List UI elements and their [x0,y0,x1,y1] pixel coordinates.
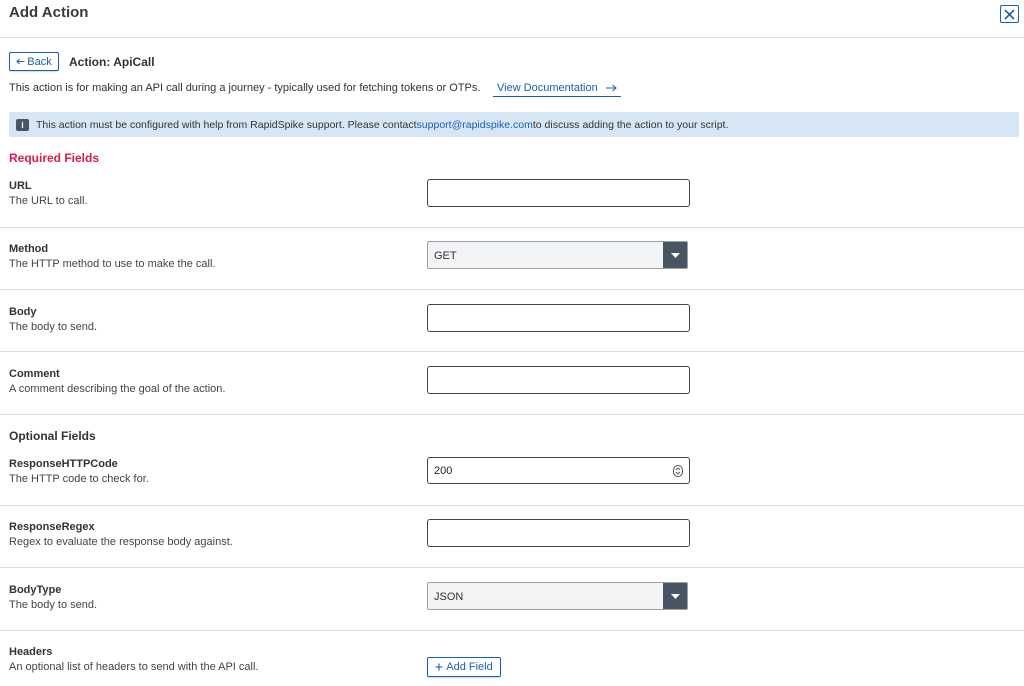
add-field-label: Add Field [446,661,493,673]
number-stepper[interactable] [673,465,683,477]
field-help: Regex to evaluate the response body agai… [9,536,233,548]
field-help: The HTTP code to check for. [9,473,149,485]
field-label: ResponseRegex [9,521,95,533]
field-label: Method [9,243,49,255]
response-http-code-value: 200 [434,465,453,477]
caret-down-icon [670,252,680,258]
field-label: BodyType [9,584,62,596]
field-help: A comment describing the goal of the act… [9,383,226,395]
divider [0,630,1024,631]
dropdown-arrow [663,583,687,609]
field-label: Headers [9,646,53,658]
info-icon: i [16,118,29,131]
body-type-select[interactable]: JSON [427,582,688,610]
dialog-header: Add Action [0,0,1024,38]
divider [0,227,1024,228]
response-http-code-input[interactable]: 200 [427,457,690,484]
body-type-select-value: JSON [434,591,464,603]
stepper-arrows-icon [675,467,681,475]
arrow-left-icon [16,58,25,65]
dialog-title: Add Action [9,4,89,21]
support-email-link[interactable]: support@rapidspike.com [417,119,533,131]
divider [0,289,1024,290]
close-button[interactable] [1000,5,1019,23]
field-label: Body [9,306,37,318]
field-help: The HTTP method to use to make the call. [9,258,216,270]
action-title: Action: ApiCall [69,55,155,69]
field-label: URL [9,180,32,192]
info-text-after: to discuss adding the action to your scr… [532,118,729,131]
view-documentation-label: View Documentation [497,82,598,94]
back-button[interactable]: Back [9,52,59,71]
comment-input[interactable] [427,366,690,394]
method-select[interactable]: GET [427,241,688,269]
divider [0,505,1024,506]
method-select-value: GET [434,250,457,262]
info-banner: i This action must be configured with he… [9,112,1019,137]
caret-down-icon [670,593,680,599]
info-text-before: This action must be configured with help… [36,118,417,131]
required-fields-heading: Required Fields [9,151,100,165]
divider [0,567,1024,568]
plus-icon [435,663,443,671]
divider [0,414,1024,415]
field-help: The body to send. [9,321,98,333]
back-button-label: Back [27,55,52,68]
action-description: This action is for making an API call du… [9,82,481,94]
add-field-button[interactable]: Add Field [427,657,501,677]
body-input[interactable] [427,304,690,332]
field-help: The body to send. [9,599,98,611]
field-label: ResponseHTTPCode [9,458,118,470]
close-icon [1004,8,1015,20]
field-label: Comment [9,368,60,380]
dropdown-arrow [663,242,687,268]
url-input[interactable] [427,179,690,207]
field-help: An optional list of headers to send with… [9,661,259,673]
field-help: The URL to call. [9,195,88,207]
arrow-right-icon [605,84,617,92]
response-regex-input[interactable] [427,519,690,547]
optional-fields-heading: Optional Fields [9,429,96,443]
divider [0,351,1024,352]
view-documentation-link[interactable]: View Documentation [493,82,621,97]
